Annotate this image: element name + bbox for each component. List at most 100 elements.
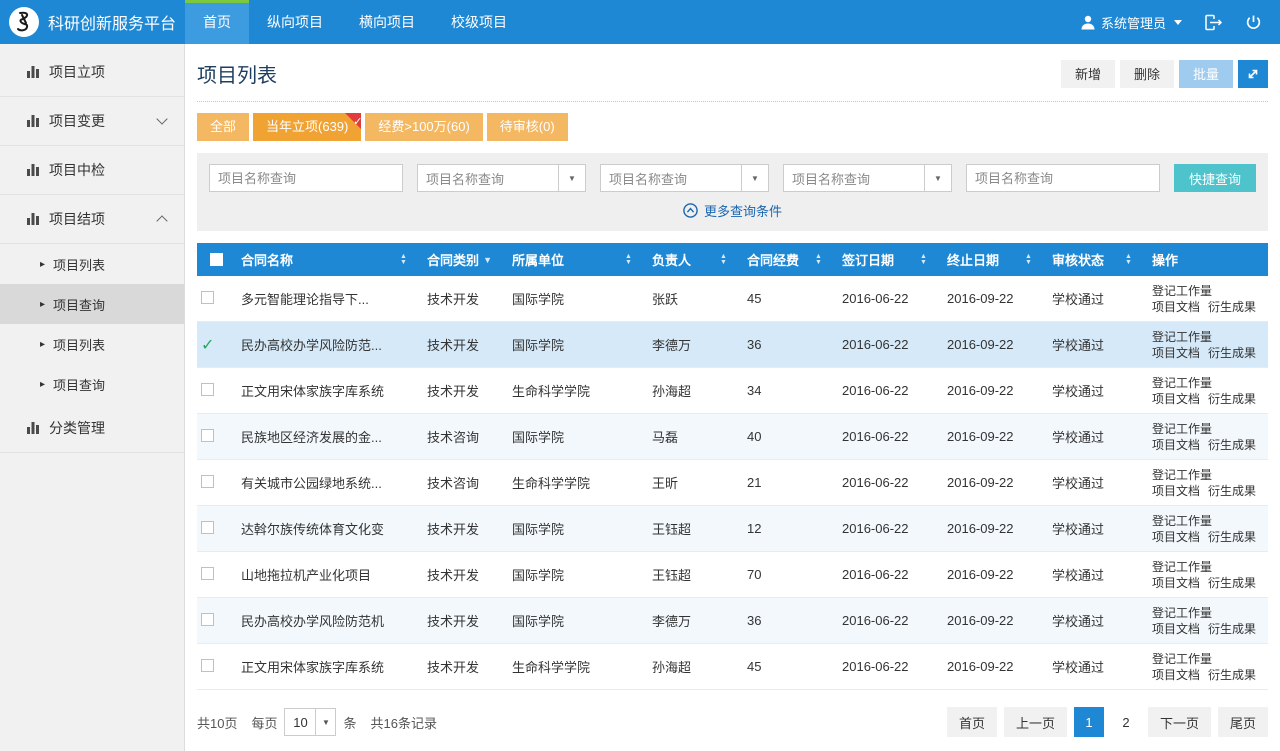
table-row[interactable]: 正文用宋体家族字库系统技术开发生命科学学院孙海超452016-06-222016… (197, 644, 1268, 690)
op-register-workload-link[interactable]: 登记工作量 (1152, 514, 1212, 528)
page-size-select[interactable]: 10 ▼ (284, 708, 336, 736)
column-header[interactable]: 签订日期▲▼ (838, 250, 943, 269)
table-row[interactable]: 多元智能理论指导下...技术开发国际学院张跃452016-06-222016-0… (197, 276, 1268, 322)
op-project-docs-link[interactable]: 项目文档 (1152, 576, 1200, 590)
sidebar-item[interactable]: 项目变更 (0, 97, 184, 146)
sort-icon[interactable]: ▲▼ (1125, 254, 1132, 266)
op-derived-results-link[interactable]: 衍生成果 (1208, 438, 1256, 452)
filter-tab[interactable]: 全部 (197, 113, 249, 141)
op-derived-results-link[interactable]: 衍生成果 (1208, 484, 1256, 498)
column-header[interactable]: 所属单位▲▼ (508, 250, 648, 269)
add-button[interactable]: 新增 (1061, 60, 1115, 88)
op-derived-results-link[interactable]: 衍生成果 (1208, 668, 1256, 682)
row-checkbox[interactable] (201, 567, 214, 580)
page-button[interactable]: 上一页 (1004, 707, 1067, 737)
filter-tab[interactable]: 当年立项(639)✓ (253, 113, 361, 141)
op-register-workload-link[interactable]: 登记工作量 (1152, 422, 1212, 436)
row-checkbox[interactable] (201, 291, 214, 304)
sidebar-item[interactable]: ▸项目列表 (0, 244, 184, 284)
nav-item[interactable]: 校级项目 (433, 0, 525, 44)
column-header[interactable]: 合同经费▲▼ (743, 250, 838, 269)
select-all-checkbox[interactable] (210, 253, 223, 266)
more-conditions-link[interactable]: 更多查询条件 (209, 192, 1256, 226)
nav-item[interactable]: 横向项目 (341, 0, 433, 44)
op-derived-results-link[interactable]: 衍生成果 (1208, 346, 1256, 360)
op-project-docs-link[interactable]: 项目文档 (1152, 438, 1200, 452)
op-project-docs-link[interactable]: 项目文档 (1152, 484, 1200, 498)
op-project-docs-link[interactable]: 项目文档 (1152, 346, 1200, 360)
row-checkbox[interactable] (201, 659, 214, 672)
page-button[interactable]: 尾页 (1218, 707, 1268, 737)
op-register-workload-link[interactable]: 登记工作量 (1152, 652, 1212, 666)
table-row[interactable]: ✓民办高校办学风险防范...技术开发国际学院李德万362016-06-22201… (197, 322, 1268, 368)
quick-search-button[interactable]: 快捷查询 (1174, 164, 1256, 192)
batch-button[interactable]: 批量 (1179, 60, 1233, 88)
filter-tab[interactable]: 经费>100万(60) (365, 113, 482, 141)
op-project-docs-link[interactable]: 项目文档 (1152, 300, 1200, 314)
op-derived-results-link[interactable]: 衍生成果 (1208, 530, 1256, 544)
search-select[interactable]: 项目名称查询▼ (417, 164, 586, 192)
table-row[interactable]: 正文用宋体家族字库系统技术开发生命科学学院孙海超342016-06-222016… (197, 368, 1268, 414)
op-derived-results-link[interactable]: 衍生成果 (1208, 300, 1256, 314)
delete-button[interactable]: 删除 (1120, 60, 1174, 88)
row-checkbox[interactable] (201, 383, 214, 396)
sort-icon[interactable]: ▲▼ (920, 254, 927, 266)
expand-button[interactable] (1238, 60, 1268, 88)
table-row[interactable]: 达斡尔族传统体育文化变技术开发国际学院王钰超122016-06-222016-0… (197, 506, 1268, 552)
nav-item[interactable]: 首页 (185, 0, 249, 44)
op-register-workload-link[interactable]: 登记工作量 (1152, 330, 1212, 344)
search-select[interactable]: 项目名称查询▼ (783, 164, 952, 192)
column-header[interactable]: 终止日期▲▼ (943, 250, 1048, 269)
column-header[interactable]: 操作 (1148, 250, 1268, 269)
column-header[interactable]: 合同类别▼ (423, 250, 508, 269)
sort-icon[interactable]: ▲▼ (815, 254, 822, 266)
power-icon[interactable] (1245, 14, 1262, 31)
search-input[interactable] (209, 164, 403, 192)
op-register-workload-link[interactable]: 登记工作量 (1152, 606, 1212, 620)
filter-tab[interactable]: 待审核(0) (487, 113, 568, 141)
sort-icon[interactable]: ▲▼ (625, 254, 632, 266)
op-register-workload-link[interactable]: 登记工作量 (1152, 560, 1212, 574)
op-project-docs-link[interactable]: 项目文档 (1152, 622, 1200, 636)
sort-down-icon[interactable]: ▼ (483, 255, 492, 265)
sidebar-item[interactable]: ▸项目查询 (0, 364, 184, 404)
op-register-workload-link[interactable]: 登记工作量 (1152, 376, 1212, 390)
op-register-workload-link[interactable]: 登记工作量 (1152, 468, 1212, 482)
row-checkbox[interactable] (201, 521, 214, 534)
sort-icon[interactable]: ▲▼ (720, 254, 727, 266)
sort-icon[interactable]: ▲▼ (1025, 254, 1032, 266)
table-row[interactable]: 有关城市公园绿地系统...技术咨询生命科学学院王昕212016-06-22201… (197, 460, 1268, 506)
page-button[interactable]: 1 (1074, 707, 1104, 737)
sidebar-item[interactable]: ▸项目查询 (0, 284, 184, 324)
op-derived-results-link[interactable]: 衍生成果 (1208, 392, 1256, 406)
column-header[interactable]: 合同名称▲▼ (237, 250, 423, 269)
table-row[interactable]: 山地拖拉机产业化项目技术开发国际学院王钰超702016-06-222016-09… (197, 552, 1268, 598)
logout-icon[interactable] (1204, 14, 1223, 31)
page-button[interactable]: 下一页 (1148, 707, 1211, 737)
op-register-workload-link[interactable]: 登记工作量 (1152, 284, 1212, 298)
sidebar-item[interactable]: 项目结项 (0, 195, 184, 244)
nav-item[interactable]: 纵向项目 (249, 0, 341, 44)
page-button[interactable]: 首页 (947, 707, 997, 737)
op-project-docs-link[interactable]: 项目文档 (1152, 392, 1200, 406)
page-button[interactable]: 2 (1111, 707, 1141, 737)
sidebar-item[interactable]: 分类管理 (0, 404, 184, 453)
search-select[interactable]: 项目名称查询▼ (600, 164, 769, 192)
op-project-docs-link[interactable]: 项目文档 (1152, 668, 1200, 682)
search-input[interactable] (966, 164, 1160, 192)
table-row[interactable]: 民族地区经济发展的金...技术咨询国际学院马磊402016-06-222016-… (197, 414, 1268, 460)
row-checkbox[interactable] (201, 613, 214, 626)
sidebar-item[interactable]: 项目立项 (0, 48, 184, 97)
op-project-docs-link[interactable]: 项目文档 (1152, 530, 1200, 544)
op-derived-results-link[interactable]: 衍生成果 (1208, 576, 1256, 590)
sidebar-item[interactable]: ▸项目列表 (0, 324, 184, 364)
sidebar-item[interactable]: 项目中检 (0, 146, 184, 195)
op-derived-results-link[interactable]: 衍生成果 (1208, 622, 1256, 636)
row-checkbox[interactable] (201, 475, 214, 488)
column-header[interactable]: 负责人▲▼ (648, 250, 743, 269)
sort-icon[interactable]: ▲▼ (400, 254, 407, 266)
row-checkbox[interactable] (201, 429, 214, 442)
table-row[interactable]: 民办高校办学风险防范机技术开发国际学院李德万362016-06-222016-0… (197, 598, 1268, 644)
column-header[interactable]: 审核状态▲▼ (1048, 250, 1148, 269)
user-menu[interactable]: 系统管理员 (1081, 13, 1182, 32)
